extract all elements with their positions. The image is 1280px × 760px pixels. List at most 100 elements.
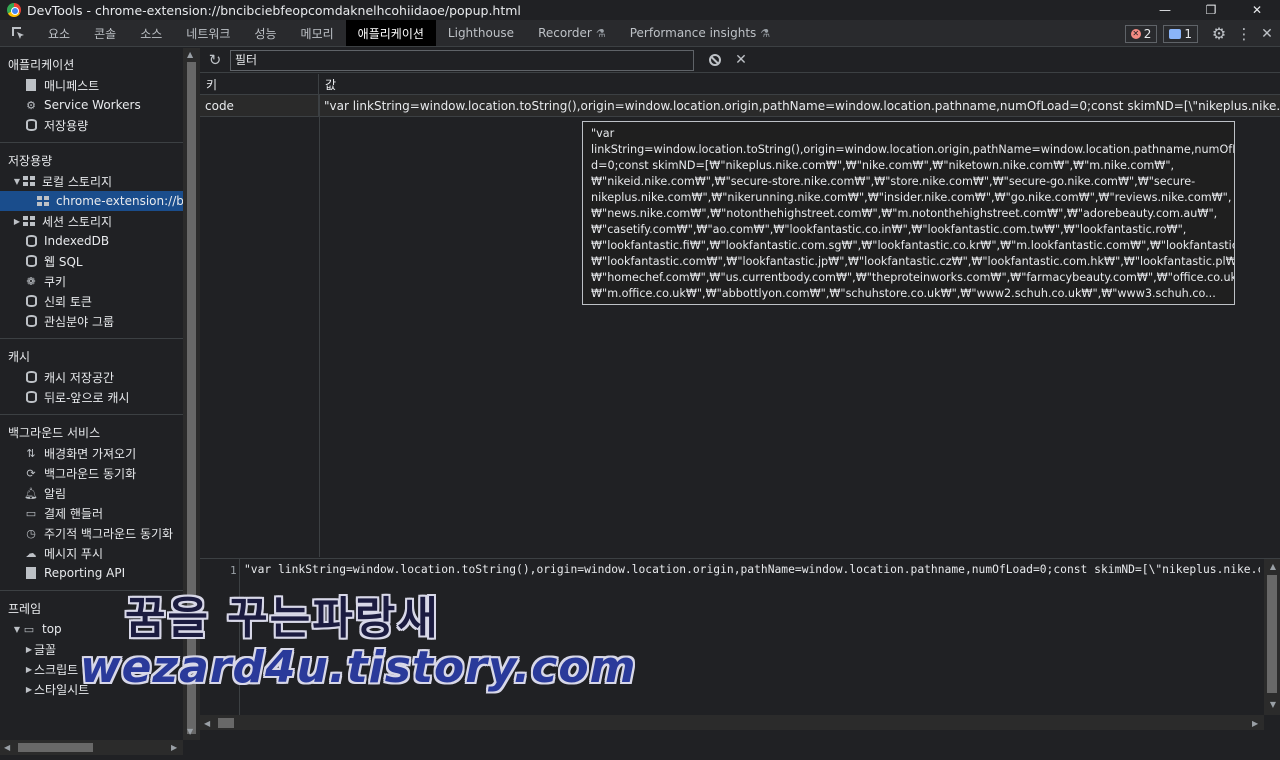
tab-console[interactable]: 콘솔 (82, 20, 128, 46)
scroll-left-arrow-icon[interactable]: ◀ (4, 743, 10, 752)
sidebar-item-periodic-background-sync[interactable]: ◷ 주기적 백그라운드 동기화 (0, 523, 183, 543)
sidebar-item-cache-storage[interactable]: 캐시 저장공간 (0, 367, 183, 387)
sidebar-item-back-forward-cache[interactable]: 뒤로-앞으로 캐시 (0, 387, 183, 407)
tab-network[interactable]: 네트워크 (174, 20, 242, 46)
scroll-right-arrow-icon[interactable]: ▶ (171, 743, 177, 752)
cloud-icon: ☁ (25, 546, 37, 560)
sidebar-item-manifest[interactable]: 매니페스트 (0, 75, 183, 95)
filter-input[interactable] (230, 49, 694, 71)
refresh-icon[interactable]: ↻ (200, 51, 230, 69)
editor-horizontal-scrollbar[interactable] (200, 715, 1264, 730)
title-bar: DevTools - chrome-extension://bncibciebf… (0, 0, 1280, 20)
card-icon: ▭ (25, 506, 37, 520)
row-value[interactable]: "var linkString=window.location.toString… (319, 95, 1280, 116)
table-row[interactable]: code "var linkString=window.location.toS… (200, 95, 1280, 117)
gear-icon: ⚙ (26, 98, 36, 112)
sidebar-item-payment-handler[interactable]: ▭ 결제 핸들러 (0, 503, 183, 523)
sidebar-item-background-sync[interactable]: ⟳ 백그라운드 동기화 (0, 463, 183, 483)
column-header-key[interactable]: 키 (200, 74, 319, 94)
table-grid-icon (22, 174, 36, 188)
scroll-right-arrow-icon[interactable]: ▶ (1252, 719, 1258, 728)
inspect-element-button[interactable] (0, 20, 36, 46)
sidebar-item-websql[interactable]: 웹 SQL (0, 251, 183, 271)
collapse-triangle-icon[interactable]: ▶ (24, 645, 34, 654)
clear-all-icon[interactable] (702, 52, 728, 68)
scroll-down-arrow-icon[interactable]: ▼ (1270, 700, 1276, 709)
tab-application[interactable]: 애플리케이션 (345, 20, 436, 46)
editor-scroll-thumb[interactable] (1267, 575, 1277, 693)
message-count-badge[interactable]: 1 (1163, 24, 1198, 43)
inspect-cursor-icon (12, 27, 24, 39)
restore-button[interactable]: ❐ (1188, 0, 1234, 20)
settings-gear-icon[interactable]: ⚙ (1204, 24, 1234, 43)
tab-recorder[interactable]: Recorder ⚗ (526, 20, 618, 46)
code-line[interactable]: "var linkString=window.location.toString… (244, 563, 1260, 576)
minimize-button[interactable]: — (1142, 0, 1188, 20)
table-header: 키 값 (200, 74, 1280, 95)
sidebar-item-session-storage[interactable]: ▶ 세션 스토리지 (0, 211, 183, 231)
up-down-arrows-icon: ⇅ (26, 446, 36, 460)
table-grid-icon (22, 214, 36, 228)
sidebar-item-notifications[interactable]: 🔔︎ 알림 (0, 483, 183, 503)
column-header-value[interactable]: 값 (319, 74, 1280, 94)
divider (0, 135, 183, 143)
sidebar-hscroll-thumb[interactable] (18, 743, 93, 752)
bell-icon: 🔔︎ (24, 486, 38, 500)
more-options-icon[interactable]: ⋮ (1234, 25, 1254, 43)
tab-lighthouse[interactable]: Lighthouse (436, 20, 526, 46)
frame-window-icon: ▭ (23, 622, 35, 636)
collapse-triangle-icon[interactable]: ▶ (24, 685, 34, 694)
table-grid-icon (36, 194, 50, 208)
window-controls: — ❐ ✕ (1142, 0, 1280, 20)
tab-elements[interactable]: 요소 (36, 20, 82, 46)
scroll-down-arrow-icon[interactable]: ▼ (187, 727, 193, 736)
editor-hscroll-thumb[interactable] (218, 718, 234, 728)
tab-memory[interactable]: 메모리 (289, 20, 346, 46)
sidebar-item-indexeddb[interactable]: IndexedDB (0, 231, 183, 251)
tab-sources[interactable]: 소스 (128, 20, 174, 46)
document-icon (24, 78, 38, 92)
sidebar-item-interest-groups[interactable]: 관심분야 그룹 (0, 311, 183, 331)
section-title-cache: 캐시 (8, 349, 31, 364)
delete-selected-icon[interactable]: ✕ (728, 52, 754, 68)
tab-performance-insights[interactable]: Performance insights ⚗ (618, 20, 782, 46)
expand-triangle-icon[interactable]: ▼ (12, 177, 22, 186)
tab-performance[interactable]: 성능 (242, 20, 288, 46)
collapse-triangle-icon[interactable]: ▶ (12, 217, 22, 226)
sidebar-item-background-fetch[interactable]: ⇅ 배경화면 가져오기 (0, 443, 183, 463)
experiment-flask-icon: ⚗ (595, 26, 606, 40)
divider (0, 407, 183, 415)
scroll-left-arrow-icon[interactable]: ◀ (204, 719, 210, 728)
value-tooltip: "var linkString=window.location.toString… (582, 121, 1235, 305)
tab-bar-actions: ✕ 2 1 ⚙ ⋮ ✕ (1124, 20, 1280, 47)
sidebar-item-local-storage[interactable]: ▼ 로컬 스토리지 (0, 171, 183, 191)
message-icon (1169, 28, 1182, 39)
database-icon (24, 118, 38, 132)
section-title-application: 애플리케이션 (8, 57, 75, 72)
line-number: 1 (230, 564, 237, 577)
watermark-korean: 꿈을 꾸는파랑새 (125, 593, 440, 644)
database-icon (24, 390, 38, 404)
sidebar-item-trust-tokens[interactable]: 신뢰 토큰 (0, 291, 183, 311)
sync-icon: ⟳ (26, 466, 36, 480)
sidebar-item-push-messaging[interactable]: ☁ 메시지 푸시 (0, 543, 183, 563)
column-divider (319, 95, 320, 557)
sidebar-item-local-origin[interactable]: chrome-extension://bnc (0, 191, 183, 211)
sidebar-item-cookies[interactable]: ❁ 쿠키 (0, 271, 183, 291)
close-window-button[interactable]: ✕ (1234, 0, 1280, 20)
scroll-up-arrow-icon[interactable]: ▲ (1270, 562, 1276, 571)
row-key[interactable]: code (200, 95, 319, 116)
sidebar-item-reporting-api[interactable]: Reporting API (0, 563, 183, 583)
sidebar-item-storage[interactable]: 저장용량 (0, 115, 183, 135)
error-count-badge[interactable]: ✕ 2 (1124, 24, 1158, 43)
experiment-flask-icon: ⚗ (760, 26, 771, 40)
divider (0, 331, 183, 339)
close-devtools-icon[interactable]: ✕ (1254, 26, 1280, 42)
storage-toolbar: ↻ ✕ (200, 48, 1280, 73)
sidebar-item-service-workers[interactable]: ⚙ Service Workers (0, 95, 183, 115)
expand-triangle-icon[interactable]: ▼ (12, 625, 22, 634)
error-icon: ✕ (1130, 28, 1141, 39)
scroll-up-arrow-icon[interactable]: ▲ (187, 50, 193, 59)
collapse-triangle-icon[interactable]: ▶ (24, 665, 34, 674)
database-icon (24, 370, 38, 384)
